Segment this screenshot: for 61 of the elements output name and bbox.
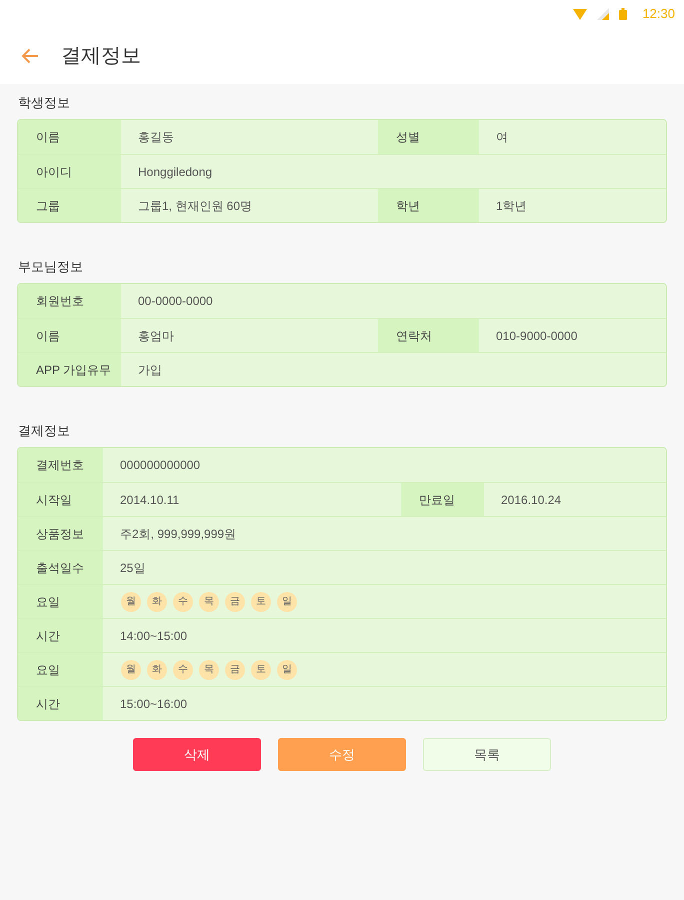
value-cell: 홍길동 — [121, 120, 378, 154]
label-cell: 연락처 — [378, 319, 479, 352]
status-time: 12:30 — [642, 5, 675, 24]
weekday-badge: 수 — [173, 592, 193, 612]
weekday-badge: 토 — [251, 592, 271, 612]
weekday-badge: 화 — [147, 592, 167, 612]
value-cell: 2016.10.24 — [484, 483, 666, 516]
weekday-badge: 금 — [225, 592, 245, 612]
value-cell: 000000000000 — [103, 448, 666, 482]
value-cell: Honggiledong — [121, 155, 666, 188]
weekday-badge: 월 — [121, 592, 141, 612]
action-button[interactable]: 목록 — [423, 738, 551, 771]
value-cell: 010-9000-0000 — [479, 319, 666, 352]
weekday-badge: 일 — [277, 660, 297, 680]
label-cell: 아이디 — [18, 155, 121, 188]
signal-icon — [597, 8, 610, 20]
label-cell: 요일 — [18, 585, 103, 618]
label-cell: 요일 — [18, 653, 103, 686]
value-cell: 주2회, 999,999,999원 — [103, 517, 666, 550]
value-cell: 15:00~16:00 — [103, 687, 666, 720]
wifi-icon — [573, 8, 588, 20]
battery-icon — [619, 8, 628, 20]
value-cell: 1학년 — [479, 189, 666, 222]
label-cell: 시작일 — [18, 483, 103, 516]
page-title: 결제정보 — [61, 44, 141, 69]
back-arrow-icon — [21, 48, 39, 64]
label-cell: 시간 — [18, 687, 103, 720]
label-cell: 만료일 — [401, 483, 484, 516]
label-cell: 학년 — [378, 189, 479, 222]
label-cell: 이름 — [18, 120, 121, 154]
section-title: 부모님정보 — [17, 259, 84, 275]
action-button[interactable]: 수정 — [278, 738, 406, 771]
label-cell: 결제번호 — [18, 448, 103, 482]
section-title: 학생정보 — [17, 95, 71, 111]
back-button[interactable] — [21, 47, 39, 65]
label-cell: 성별 — [378, 120, 479, 154]
value-cell: 00-0000-0000 — [121, 284, 666, 318]
weekday-badge: 월 — [121, 660, 141, 680]
weekday-badge: 수 — [173, 660, 193, 680]
weekday-badge: 금 — [225, 660, 245, 680]
label-cell: 출석일수 — [18, 551, 103, 584]
label-cell: 시간 — [18, 619, 103, 652]
label-cell: 회원번호 — [18, 284, 121, 318]
value-cell: 그룹1, 현재인원 60명 — [121, 189, 378, 222]
weekday-badge: 목 — [199, 660, 219, 680]
value-cell: 여 — [479, 120, 666, 154]
label-cell: APP 가입유무 — [18, 353, 121, 386]
weekday-badge: 토 — [251, 660, 271, 680]
weekday-badge: 일 — [277, 592, 297, 612]
label-cell: 상품정보 — [18, 517, 103, 550]
value-cell: 가입 — [121, 353, 666, 386]
label-cell: 그룹 — [18, 189, 121, 222]
action-button[interactable]: 삭제 — [133, 738, 261, 771]
value-cell: 25일 — [103, 551, 666, 584]
value-cell: 14:00~15:00 — [103, 619, 666, 652]
weekday-badge: 목 — [199, 592, 219, 612]
label-cell: 이름 — [18, 319, 121, 352]
value-cell: 홍엄마 — [121, 319, 378, 352]
value-cell: 2014.10.11 — [103, 483, 401, 516]
section-title: 결제정보 — [17, 423, 71, 439]
weekday-badge: 화 — [147, 660, 167, 680]
